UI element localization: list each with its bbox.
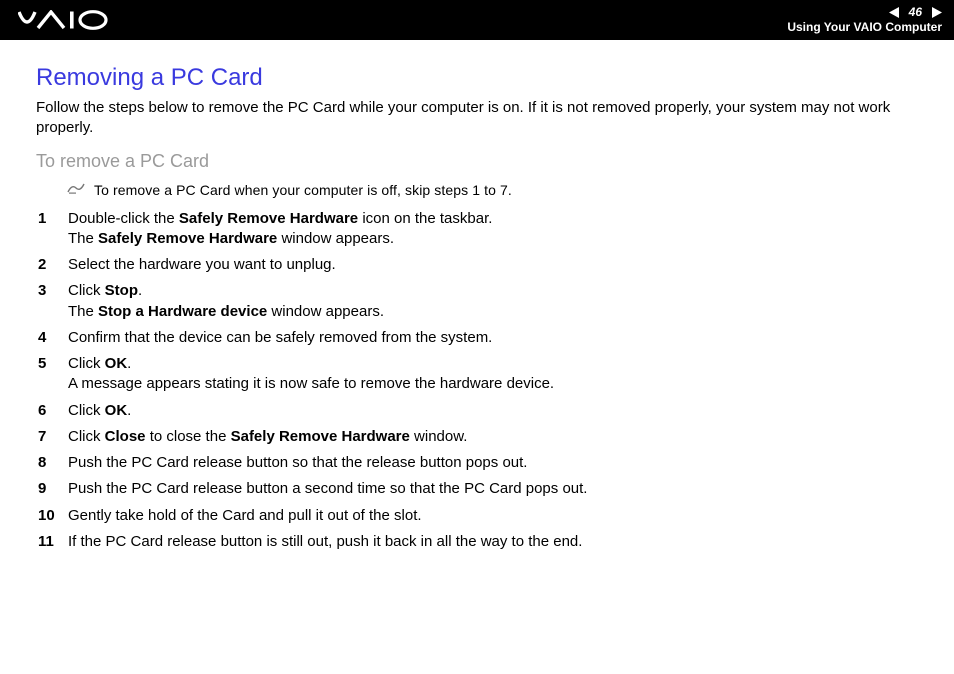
step-text: Gently take hold of the Card and pull it… — [68, 506, 918, 526]
page-title: Removing a PC Card — [36, 64, 918, 92]
step-text: . — [138, 282, 142, 299]
step-text: icon on the taskbar. — [358, 210, 492, 227]
step-text: window appears. — [267, 303, 384, 320]
vaio-logo — [18, 10, 114, 30]
next-page-arrow-icon[interactable] — [928, 7, 942, 18]
note-text: To remove a PC Card when your computer i… — [94, 182, 512, 198]
intro-text: Follow the steps below to remove the PC … — [36, 98, 918, 139]
page-navigator: 46 — [889, 6, 942, 19]
step-text: window appears. — [277, 230, 394, 247]
step-bold: Safely Remove Hardware — [231, 428, 410, 445]
step-3: Click Stop. The Stop a Hardware device w… — [36, 281, 918, 322]
note-icon — [66, 180, 86, 201]
step-text: window. — [410, 428, 468, 445]
page-number: 46 — [909, 6, 922, 19]
step-bold: Close — [105, 428, 146, 445]
header-right: 46 Using Your VAIO Computer — [787, 6, 942, 33]
page-header: 46 Using Your VAIO Computer — [0, 0, 954, 40]
step-text: Double-click the — [68, 210, 179, 227]
step-text: Click — [68, 428, 105, 445]
step-text: If the PC Card release button is still o… — [68, 532, 918, 552]
step-text: The — [68, 303, 98, 320]
section-title: Using Your VAIO Computer — [787, 21, 942, 34]
step-text: . — [127, 402, 131, 419]
step-6: Click OK. — [36, 401, 918, 421]
step-bold: Safely Remove Hardware — [98, 230, 277, 247]
prev-page-arrow-icon[interactable] — [889, 7, 903, 18]
subheading: To remove a PC Card — [36, 151, 918, 172]
step-bold: Safely Remove Hardware — [179, 210, 358, 227]
step-7: Click Close to close the Safely Remove H… — [36, 427, 918, 447]
step-text: Click — [68, 355, 105, 372]
step-10: Gently take hold of the Card and pull it… — [36, 506, 918, 526]
step-text: to close the — [146, 428, 231, 445]
step-9: Push the PC Card release button a second… — [36, 479, 918, 499]
step-text: Click — [68, 402, 105, 419]
step-1: Double-click the Safely Remove Hardware … — [36, 209, 918, 250]
step-text: Push the PC Card release button a second… — [68, 479, 918, 499]
step-text: . — [127, 355, 131, 372]
step-text: Select the hardware you want to unplug. — [68, 255, 918, 275]
step-text: The — [68, 230, 98, 247]
step-5: Click OK. A message appears stating it i… — [36, 354, 918, 395]
step-4: Confirm that the device can be safely re… — [36, 328, 918, 348]
step-bold: OK — [105, 402, 128, 419]
step-2: Select the hardware you want to unplug. — [36, 255, 918, 275]
note-block: To remove a PC Card when your computer i… — [66, 182, 918, 201]
steps-list: Double-click the Safely Remove Hardware … — [36, 209, 918, 553]
step-text: Push the PC Card release button so that … — [68, 453, 918, 473]
step-text: A message appears stating it is now safe… — [68, 374, 918, 394]
page-content: Removing a PC Card Follow the steps belo… — [0, 40, 954, 552]
step-text: Click — [68, 282, 105, 299]
step-bold: Stop a Hardware device — [98, 303, 267, 320]
step-text: Confirm that the device can be safely re… — [68, 328, 918, 348]
step-11: If the PC Card release button is still o… — [36, 532, 918, 552]
step-bold: OK — [105, 355, 128, 372]
step-8: Push the PC Card release button so that … — [36, 453, 918, 473]
step-bold: Stop — [105, 282, 138, 299]
